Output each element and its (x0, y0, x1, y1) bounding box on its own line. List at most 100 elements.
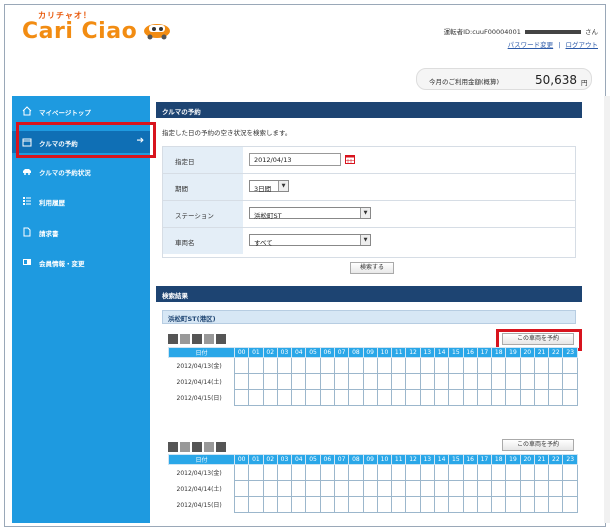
sidebar-item-invoice[interactable]: 請求書 (12, 221, 150, 243)
time-slot[interactable] (533, 357, 550, 374)
time-slot[interactable] (433, 496, 450, 513)
time-slot[interactable] (391, 464, 407, 481)
time-slot[interactable] (433, 480, 450, 497)
time-slot[interactable] (262, 480, 278, 497)
time-slot[interactable] (419, 480, 435, 497)
time-slot[interactable] (248, 496, 264, 513)
time-slot[interactable] (562, 357, 578, 374)
time-slot[interactable] (248, 373, 264, 390)
time-slot[interactable] (419, 496, 435, 513)
time-slot[interactable] (519, 357, 535, 374)
search-button[interactable]: 検索する (350, 262, 394, 274)
sidebar-item-history[interactable]: 利用履歴 (12, 190, 150, 212)
time-slot[interactable] (305, 480, 321, 497)
time-slot[interactable] (491, 389, 507, 406)
time-slot[interactable] (405, 480, 421, 497)
date-input[interactable]: 2012/04/13 (249, 153, 341, 166)
time-slot[interactable] (262, 496, 278, 513)
time-slot[interactable] (376, 464, 393, 481)
time-slot[interactable] (391, 496, 407, 513)
time-slot[interactable] (305, 357, 321, 374)
time-slot[interactable] (333, 496, 350, 513)
time-slot[interactable] (519, 496, 535, 513)
time-slot[interactable] (248, 464, 264, 481)
car-select[interactable]: すべて ▼ (249, 234, 371, 247)
time-slot[interactable] (291, 464, 307, 481)
time-slot[interactable] (548, 464, 564, 481)
time-slot[interactable] (291, 496, 307, 513)
time-slot[interactable] (533, 496, 550, 513)
time-slot[interactable] (276, 464, 293, 481)
time-slot[interactable] (348, 389, 364, 406)
time-slot[interactable] (505, 464, 521, 481)
time-slot[interactable] (233, 357, 250, 374)
time-slot[interactable] (376, 357, 393, 374)
time-slot[interactable] (262, 373, 278, 390)
time-slot[interactable] (519, 464, 535, 481)
time-slot[interactable] (448, 373, 464, 390)
time-slot[interactable] (391, 480, 407, 497)
time-slot[interactable] (376, 496, 393, 513)
time-slot[interactable] (505, 357, 521, 374)
time-slot[interactable] (362, 464, 378, 481)
sidebar-item-member-info[interactable]: 会員情報・変更 (12, 251, 150, 273)
time-slot[interactable] (262, 464, 278, 481)
time-slot[interactable] (433, 373, 450, 390)
time-slot[interactable] (348, 496, 364, 513)
time-slot[interactable] (391, 373, 407, 390)
period-select[interactable]: 3日間 ▼ (249, 180, 289, 193)
time-slot[interactable] (405, 357, 421, 374)
time-slot[interactable] (276, 373, 293, 390)
time-slot[interactable] (505, 389, 521, 406)
time-slot[interactable] (362, 480, 378, 497)
time-slot[interactable] (562, 496, 578, 513)
time-slot[interactable] (233, 496, 250, 513)
time-slot[interactable] (376, 480, 393, 497)
time-slot[interactable] (462, 373, 478, 390)
time-slot[interactable] (291, 357, 307, 374)
time-slot[interactable] (476, 464, 493, 481)
time-slot[interactable] (333, 464, 350, 481)
time-slot[interactable] (476, 389, 493, 406)
time-slot[interactable] (433, 357, 450, 374)
time-slot[interactable] (491, 373, 507, 390)
time-slot[interactable] (433, 464, 450, 481)
time-slot[interactable] (319, 373, 335, 390)
time-slot[interactable] (448, 464, 464, 481)
time-slot[interactable] (333, 357, 350, 374)
time-slot[interactable] (448, 389, 464, 406)
time-slot[interactable] (391, 389, 407, 406)
time-slot[interactable] (276, 357, 293, 374)
time-slot[interactable] (405, 496, 421, 513)
time-slot[interactable] (548, 496, 564, 513)
time-slot[interactable] (419, 357, 435, 374)
time-slot[interactable] (533, 389, 550, 406)
time-slot[interactable] (533, 464, 550, 481)
time-slot[interactable] (562, 373, 578, 390)
time-slot[interactable] (419, 464, 435, 481)
time-slot[interactable] (291, 480, 307, 497)
time-slot[interactable] (305, 464, 321, 481)
time-slot[interactable] (305, 496, 321, 513)
time-slot[interactable] (319, 357, 335, 374)
time-slot[interactable] (548, 373, 564, 390)
time-slot[interactable] (533, 373, 550, 390)
time-slot[interactable] (405, 389, 421, 406)
time-slot[interactable] (319, 496, 335, 513)
time-slot[interactable] (262, 357, 278, 374)
time-slot[interactable] (562, 389, 578, 406)
time-slot[interactable] (505, 373, 521, 390)
time-slot[interactable] (491, 357, 507, 374)
cari-ciao-logo[interactable]: カリチャオ！ Cari Ciao (12, 10, 172, 44)
time-slot[interactable] (505, 480, 521, 497)
time-slot[interactable] (333, 480, 350, 497)
time-slot[interactable] (476, 496, 493, 513)
time-slot[interactable] (419, 389, 435, 406)
time-slot[interactable] (405, 373, 421, 390)
time-slot[interactable] (405, 464, 421, 481)
time-slot[interactable] (519, 480, 535, 497)
time-slot[interactable] (462, 464, 478, 481)
station-select[interactable]: 浜松町ST ▼ (249, 207, 371, 220)
time-slot[interactable] (476, 373, 493, 390)
time-slot[interactable] (319, 389, 335, 406)
